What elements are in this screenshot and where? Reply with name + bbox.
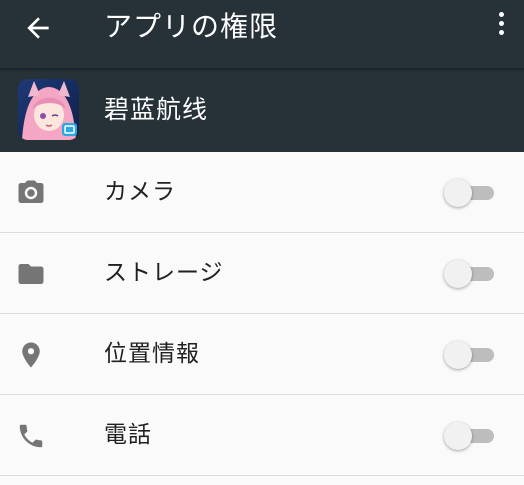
permission-label: 位置情報 xyxy=(104,341,200,367)
arrow-back-icon[interactable] xyxy=(22,12,54,44)
permission-switch[interactable] xyxy=(444,259,494,289)
permission-row-location[interactable]: 位置情報 xyxy=(0,314,524,395)
switch-thumb xyxy=(444,422,472,450)
app-bar: アプリの権限 xyxy=(0,0,524,68)
switch-thumb xyxy=(444,260,472,288)
app-header: 碧蓝航线 xyxy=(0,68,524,152)
switch-thumb xyxy=(444,179,472,207)
permission-switch[interactable] xyxy=(444,178,494,208)
phone-icon xyxy=(19,424,43,448)
location-pin-icon xyxy=(22,342,40,368)
permission-list: カメラ ストレージ 位置情報 電話 xyxy=(0,152,524,476)
permission-label: ストレージ xyxy=(104,260,224,286)
permission-label: カメラ xyxy=(104,179,176,205)
folder-icon xyxy=(18,264,44,284)
permission-label: 電話 xyxy=(104,422,152,448)
app-icon xyxy=(18,79,79,140)
more-vert-icon[interactable] xyxy=(494,12,508,42)
permission-row-phone[interactable]: 電話 xyxy=(0,395,524,476)
permission-switch[interactable] xyxy=(444,421,494,451)
header-shadow xyxy=(0,68,524,72)
switch-thumb xyxy=(444,341,472,369)
app-name: 碧蓝航线 xyxy=(104,95,209,124)
permission-row-camera[interactable]: カメラ xyxy=(0,152,524,233)
page-title: アプリの権限 xyxy=(104,10,279,43)
permission-switch[interactable] xyxy=(444,340,494,370)
camera-icon xyxy=(18,180,44,203)
permission-row-storage[interactable]: ストレージ xyxy=(0,233,524,314)
